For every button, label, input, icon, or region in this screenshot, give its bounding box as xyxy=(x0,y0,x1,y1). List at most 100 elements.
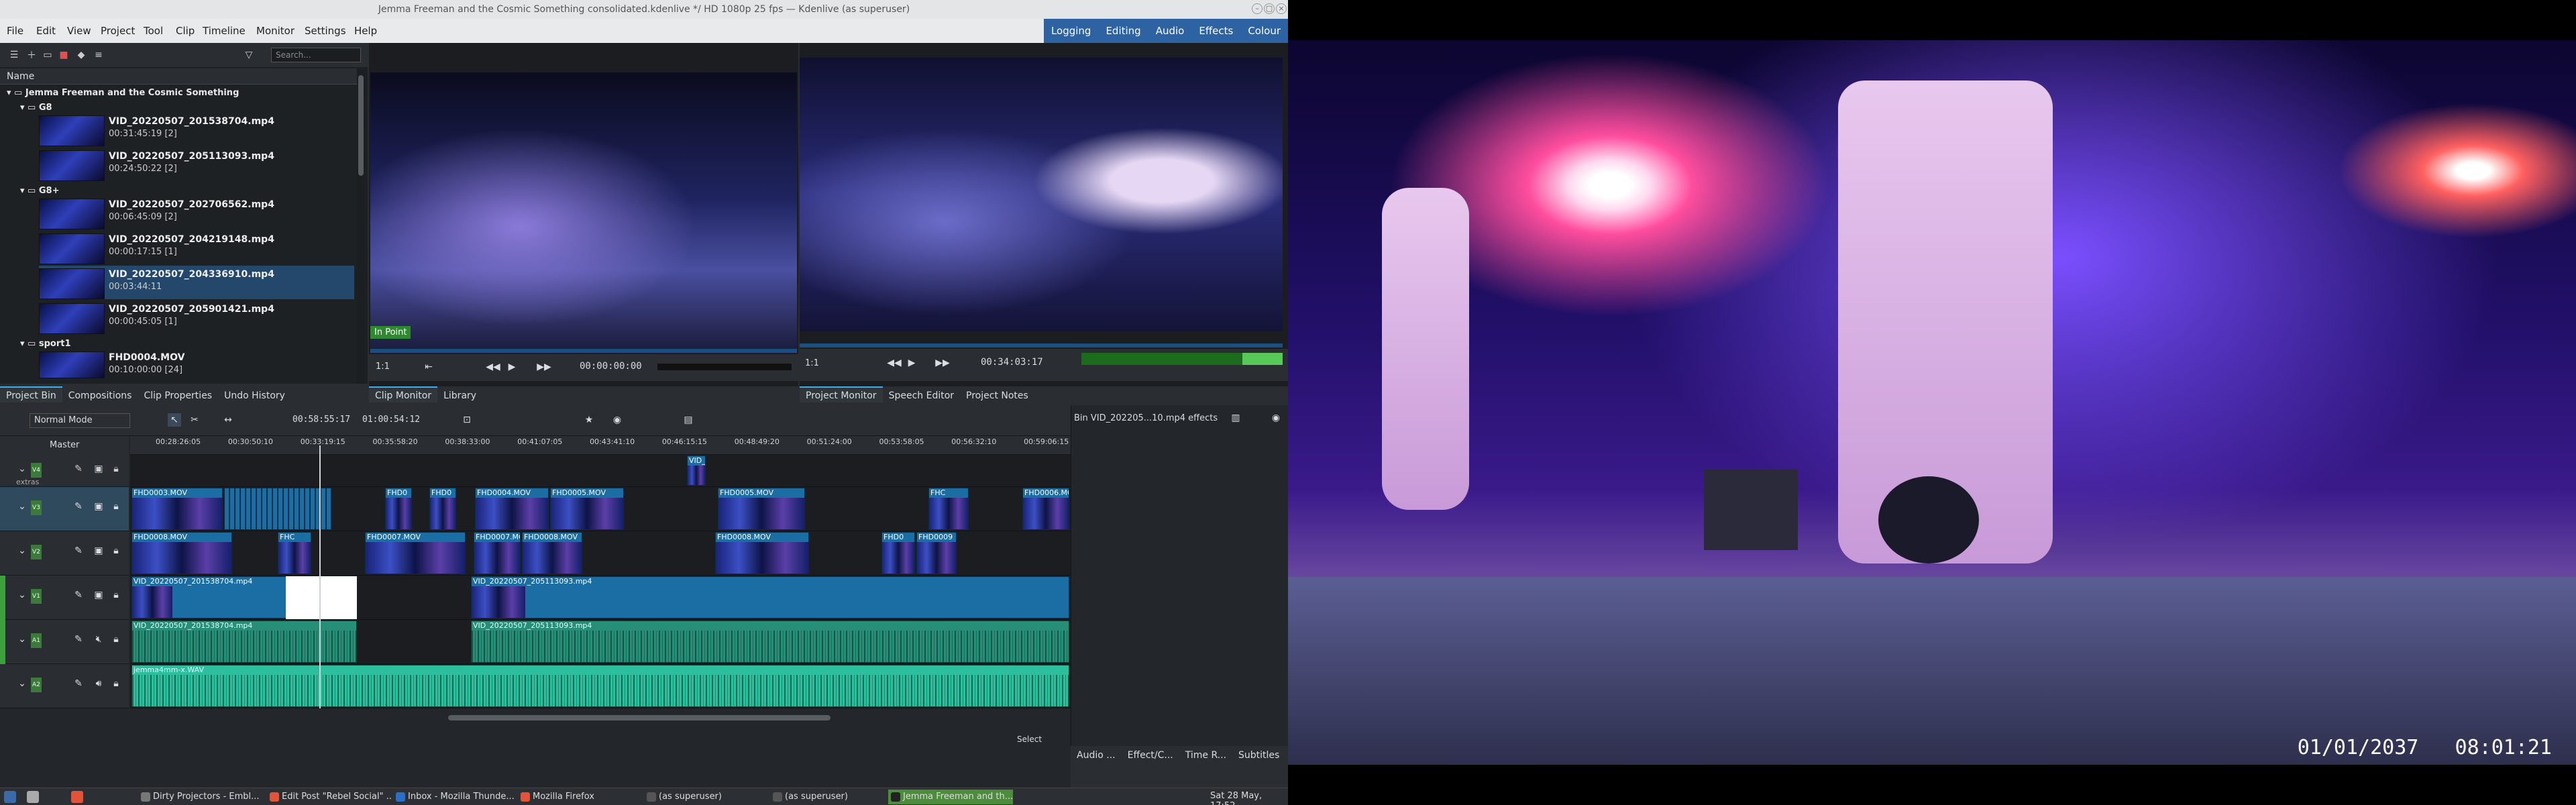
settings-icon[interactable]: ▤ xyxy=(682,413,695,427)
layout-editing[interactable]: Editing xyxy=(1098,19,1148,43)
timeline-clip[interactable]: FHD0 xyxy=(429,488,456,530)
effects-icon[interactable]: ✎ xyxy=(74,464,83,474)
fullscreen-monitor[interactable]: 01/01/2037 08:01:21 xyxy=(1288,40,2576,765)
tab-project-bin[interactable]: Project Bin xyxy=(0,386,62,402)
bin-scrollbar[interactable] xyxy=(357,70,365,384)
menu-monitor[interactable]: Monitor xyxy=(256,19,294,43)
lock-icon[interactable]: 🔒︎ xyxy=(111,634,121,645)
track-a1[interactable]: VID_20220507_201538704.mp4 VID_20220507_… xyxy=(130,620,1071,664)
timeline-clip[interactable]: FHD0005.MOV xyxy=(550,488,624,530)
menu-view[interactable]: View xyxy=(67,19,91,43)
forward-icon[interactable]: ▶▶ xyxy=(935,357,950,369)
menu-settings[interactable]: Settings xyxy=(305,19,346,43)
selected-clip-region[interactable] xyxy=(286,576,357,619)
active-track-marker[interactable] xyxy=(0,620,5,664)
forward-icon[interactable]: ▶▶ xyxy=(537,361,551,373)
edit-mode-select[interactable]: Normal Mode xyxy=(30,413,130,428)
tab-effect[interactable]: Effect/C... xyxy=(1122,746,1179,762)
bin-clip[interactable]: FHD0004.MOV 00:10:00:00 [24] xyxy=(39,349,354,381)
play-icon[interactable]: ▶ xyxy=(506,361,518,373)
timeline-clip[interactable]: FHD0 xyxy=(881,532,915,574)
tab-audio[interactable]: Audio ... xyxy=(1071,746,1122,762)
menu-icon[interactable]: ☰ xyxy=(8,49,20,61)
bin-search-input[interactable]: Search... xyxy=(271,48,361,62)
track-label[interactable]: V2 xyxy=(31,545,42,559)
timeline-clip[interactable]: FHD0008.MOV xyxy=(131,532,232,574)
project-timecode[interactable]: 00:34:03:17 xyxy=(981,357,1043,368)
collapse-icon[interactable]: ⌄ xyxy=(17,464,27,474)
track-label[interactable]: A1 xyxy=(31,633,42,648)
task-superuser-2[interactable]: (as superuser) xyxy=(770,790,884,804)
bin-clip[interactable]: VID_20220507_204219148.mp4 00:00:17:15 [1… xyxy=(39,231,354,264)
collapse-icon[interactable]: ⌄ xyxy=(17,590,27,600)
track-v4[interactable]: VID_ xyxy=(130,455,1071,487)
timeline-clip[interactable]: FHD0004.MOV xyxy=(475,488,549,530)
audio-clip[interactable]: VID_20220507_205113093.mp4 xyxy=(471,621,1069,663)
collapse-icon[interactable]: ⌄ xyxy=(17,678,27,689)
clip-monitor-progress[interactable] xyxy=(370,349,797,353)
collapse-icon[interactable]: ⌄ xyxy=(17,545,27,556)
timeline-clip[interactable]: FHD0 xyxy=(385,488,412,530)
timeline-scrollbar[interactable] xyxy=(130,708,1071,730)
timeline-clip[interactable]: FHD0005.MOV xyxy=(718,488,805,530)
hide-track-icon[interactable]: ▣ xyxy=(94,501,103,512)
delete-icon[interactable]: ■ xyxy=(58,49,70,61)
clip-timecode[interactable]: 00:00:00:00 xyxy=(580,361,642,372)
minimize-icon[interactable]: – xyxy=(1252,3,1263,14)
bin-clip[interactable]: VID_20220507_205901421.mp4 00:00:45:05 [1… xyxy=(39,301,354,334)
effects-icon[interactable]: ✎ xyxy=(74,634,83,645)
track-v3[interactable]: FHD0003.MOV FHD0 FHD0 FHD0004.MOV FHD000… xyxy=(130,487,1071,531)
spacer-tool-icon[interactable]: ↔ xyxy=(221,413,235,427)
compare-icon[interactable]: ▥ xyxy=(1230,412,1242,424)
playhead[interactable] xyxy=(319,445,321,708)
timeline-clip[interactable]: FHC xyxy=(278,532,311,574)
favorite-icon[interactable]: ★ xyxy=(582,413,596,427)
folder-icon[interactable]: ▭ xyxy=(42,49,54,61)
tab-time-remap[interactable]: Time R... xyxy=(1179,746,1232,762)
bin-column-header[interactable]: Name xyxy=(0,68,357,85)
task-dirty-projectors[interactable]: Dirty Projectors - Embl... xyxy=(138,790,263,804)
bin-clip-selected[interactable]: VID_20220507_204336910.mp4 00:03:44:11 xyxy=(39,266,354,299)
task-kdenlive[interactable]: Jemma Freeman and th... xyxy=(888,790,1013,804)
hide-track-icon[interactable]: ▣ xyxy=(94,464,103,474)
timeline-clip[interactable]: FHD0006.MO xyxy=(1022,488,1069,530)
rewind-icon[interactable]: ◀◀ xyxy=(486,361,500,373)
effects-icon[interactable]: ✎ xyxy=(74,678,83,689)
lock-icon[interactable]: 🔒︎ xyxy=(111,501,121,512)
audio-clip[interactable]: jemma4mm-x.WAV xyxy=(131,665,1069,707)
tab-undo-history[interactable]: Undo History xyxy=(218,386,291,402)
effects-icon[interactable]: ✎ xyxy=(74,501,83,512)
task-superuser-1[interactable]: (as superuser) xyxy=(644,790,769,804)
track-label[interactable]: V4 xyxy=(31,463,42,478)
mute-icon[interactable]: 🔇︎ xyxy=(94,634,103,645)
clock[interactable]: Sat 28 May, 17:52 xyxy=(1210,791,1288,805)
set-in-icon[interactable]: ⇤ xyxy=(423,361,435,373)
lock-icon[interactable]: 🔒︎ xyxy=(111,545,121,556)
rewind-icon[interactable]: ◀◀ xyxy=(887,357,902,369)
layout-logging[interactable]: Logging xyxy=(1044,19,1099,43)
timeline-clip[interactable]: VID_20220507_205113093.mp4 xyxy=(471,576,1069,619)
menu-file[interactable]: File xyxy=(7,19,23,43)
timeline-clip[interactable]: FHD0003.MOV xyxy=(131,488,223,530)
timeline-clip[interactable]: FHD0009 xyxy=(916,532,957,574)
layout-colour[interactable]: Colour xyxy=(1240,19,1288,43)
tab-library[interactable]: Library xyxy=(437,386,482,402)
play-icon[interactable]: ▶ xyxy=(906,357,918,369)
bin-clip[interactable]: VID_20220507_205113093.mp4 00:24:50:22 [2… xyxy=(39,148,354,181)
bin-clip[interactable]: VID_20220507_201538704.mp4 00:31:45:19 [2… xyxy=(39,113,354,146)
tab-speech-editor[interactable]: Speech Editor xyxy=(883,386,960,402)
select-tool-icon[interactable]: ↖ xyxy=(168,413,181,427)
razor-tool-icon[interactable]: ✂ xyxy=(188,413,201,427)
project-monitor-progress[interactable] xyxy=(800,343,1283,347)
zoom-select[interactable]: 1:1 xyxy=(376,362,390,372)
tab-clip-properties[interactable]: Clip Properties xyxy=(138,386,218,402)
track-label[interactable]: V3 xyxy=(31,500,42,515)
tab-project-notes[interactable]: Project Notes xyxy=(960,386,1034,402)
task-thunderbird[interactable]: Inbox - Mozilla Thunde... xyxy=(393,790,518,804)
task-edit-post[interactable]: Edit Post "Rebel Social" ... xyxy=(267,790,392,804)
timeline-clip[interactable]: FHC xyxy=(928,488,969,530)
hide-track-icon[interactable]: ▣ xyxy=(94,545,103,556)
tab-subtitles[interactable]: Subtitles xyxy=(1232,746,1285,762)
tree-root-folder[interactable]: ▾ ▭ Jemma Freeman and the Cosmic Somethi… xyxy=(0,86,356,101)
menu-clip[interactable]: Clip xyxy=(176,19,195,43)
